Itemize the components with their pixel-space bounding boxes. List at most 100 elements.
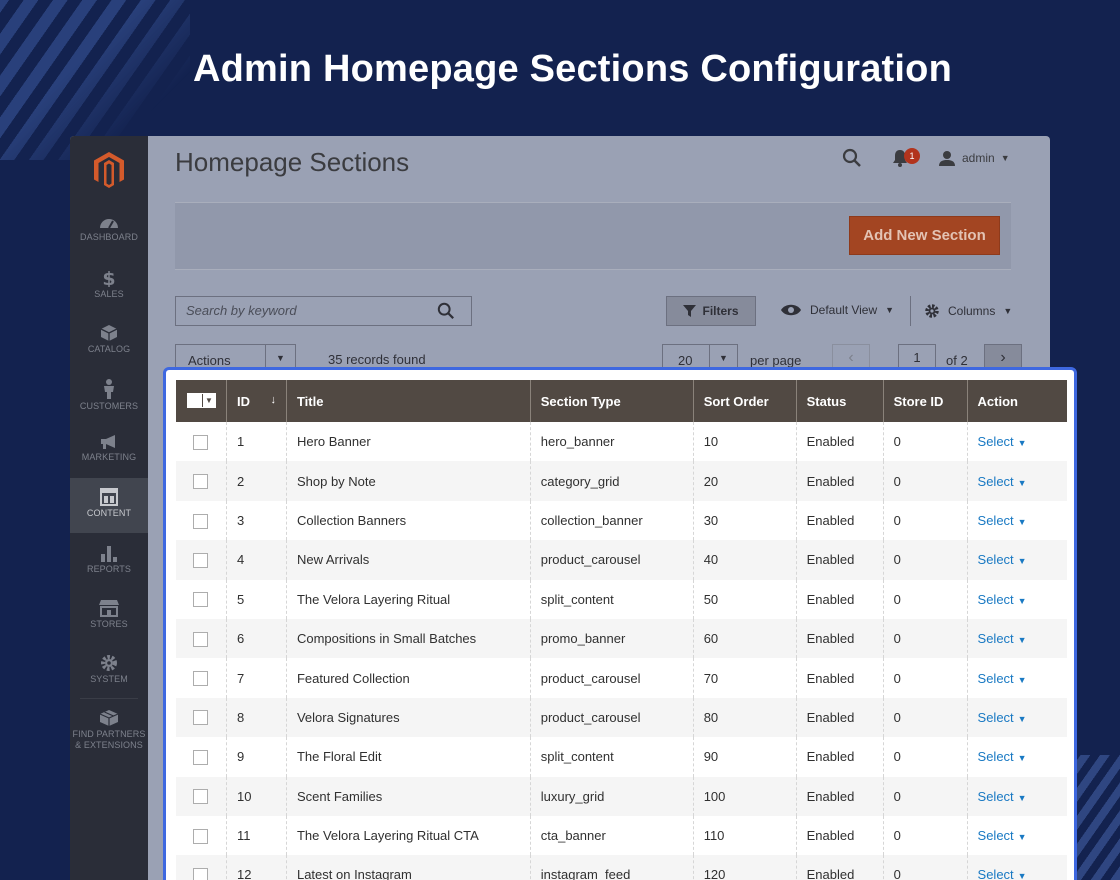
cell-title: Velora Signatures [285,697,531,738]
column-header-sort-order[interactable]: Sort Order [692,380,797,422]
table-row[interactable]: 3 Collection Banners collection_banner 30 En… [176,500,1067,541]
cell-store-id: 0 [882,776,968,816]
row-checkbox[interactable] [193,592,208,608]
sidebar-item-find-partners-extensions[interactable]: FIND PARTNERS & EXTENSIONS [70,699,148,769]
row-checkbox[interactable] [193,552,208,568]
table-row[interactable]: 9 The Floral Edit split_content 90 Enabled 0 S… [176,737,1067,777]
chevron-down-icon: ▼ [1017,556,1027,567]
table-row[interactable]: 10 Scent Families luxury_grid 100 Enabled 0 Se… [176,776,1067,816]
chevron-down-icon: ▼ [1000,153,1010,163]
table-row[interactable]: 1 Hero Banner hero_banner 10 Enabled 0 Select ▼ [176,422,1067,462]
user-menu[interactable]: admin ▼ [938,150,1010,166]
column-header-id[interactable]: ID ↓ [226,380,287,422]
box-icon [70,709,148,727]
row-select-cell [176,540,227,580]
cell-id: 12 [226,855,287,880]
row-checkbox[interactable] [193,513,208,529]
view-switcher[interactable]: Default View ▼ [780,303,894,317]
add-new-section-button[interactable]: Add New Section [849,216,1000,255]
row-checkbox[interactable] [193,474,208,490]
sidebar-item-dashboard[interactable]: DASHBOARD [70,204,148,259]
row-action-select[interactable]: Select ▼ [978,434,1027,449]
column-header-status[interactable]: Status [795,380,884,422]
row-select-cell [176,737,227,776]
row-action-select[interactable]: Select ▼ [978,710,1027,725]
row-action-select[interactable]: Select ▼ [978,828,1027,843]
sidebar-item-reports[interactable]: REPORTS [70,534,148,589]
cell-sort-order: 30 [692,500,797,541]
search-icon[interactable] [437,302,455,320]
column-header-title[interactable]: Title [285,380,531,422]
per-page-label: per page [750,353,802,368]
cell-id: 6 [226,618,287,659]
row-checkbox[interactable] [193,749,208,765]
row-action-select[interactable]: Select ▼ [978,631,1027,646]
table-row[interactable]: 2 Shop by Note category_grid 20 Enabled 0 Sele… [176,461,1067,501]
cell-id: 2 [226,461,287,501]
row-checkbox[interactable] [193,828,208,844]
row-action-select[interactable]: Select ▼ [978,592,1027,607]
sidebar-item-label: SALES [94,289,124,299]
row-checkbox[interactable] [193,868,208,880]
grid-header-row: ▼ ID ↓ Title Section Type Sort Order Sta… [176,380,1067,422]
filters-button[interactable]: Filters [666,296,756,326]
row-checkbox[interactable] [193,671,208,687]
column-header-action: Action [966,380,1067,422]
table-row[interactable]: 8 Velora Signatures product_carousel 80 Enab… [176,697,1067,738]
mass-select-checkbox[interactable]: ▼ [187,392,216,408]
row-action-select[interactable]: Select ▼ [978,513,1027,528]
table-row[interactable]: 12 Latest on Instagram instagram_feed 120 En… [176,855,1067,880]
row-action-select[interactable]: Select ▼ [978,671,1027,686]
sidebar-item-catalog[interactable]: CATALOG [70,314,148,369]
cube-icon [70,324,148,342]
row-action-select[interactable]: Select ▼ [978,749,1027,764]
row-select-cell [176,776,227,816]
actions-label: Actions [188,353,231,368]
row-action-select[interactable]: Select ▼ [978,867,1027,880]
select-label: Select [977,631,1014,647]
bar-chart-icon [70,544,148,562]
row-action-select[interactable]: Select ▼ [978,474,1027,489]
table-row[interactable]: 4 New Arrivals product_carousel 40 Enabled 0 S… [176,540,1067,580]
cell-action: Select ▼ [966,540,1067,580]
sidebar-item-content[interactable]: CONTENT [70,478,148,533]
mass-select-header[interactable]: ▼ [176,380,227,422]
row-checkbox[interactable] [193,434,208,450]
table-row[interactable]: 6 Compositions in Small Batches promo_bann… [176,618,1067,659]
columns-control[interactable]: Columns ▼ [924,303,1012,319]
select-label: Select [977,591,1014,607]
table-row[interactable]: 11 The Velora Layering Ritual CTA cta_bann… [176,815,1067,856]
row-action-select[interactable]: Select ▼ [978,552,1027,567]
search-input[interactable] [186,303,426,318]
cell-status: Enabled [795,422,884,462]
table-row[interactable]: 7 Featured Collection product_carousel 70 En… [176,658,1067,698]
row-checkbox[interactable] [193,789,208,805]
svg-text:$: $ [102,269,115,287]
row-checkbox[interactable] [193,631,208,647]
column-header-store-id[interactable]: Store ID [882,380,968,422]
cell-action: Select ▼ [966,776,1067,816]
sidebar-item-sales[interactable]: $ SALES [70,259,148,314]
store-icon [70,599,148,617]
search-icon[interactable] [842,148,862,168]
column-header-section-type[interactable]: Section Type [529,380,694,422]
sections-grid: ▼ ID ↓ Title Section Type Sort Order Sta… [176,380,1067,880]
sidebar-item-stores[interactable]: STORES [70,589,148,644]
cell-action: Select ▼ [966,697,1067,738]
magento-logo[interactable] [92,150,126,190]
chevron-down-icon: ▼ [1017,832,1027,843]
cell-status: Enabled [795,540,884,580]
page-actions-bar: Add New Section [175,202,1011,270]
sidebar-item-customers[interactable]: CUSTOMERS [70,369,148,424]
row-action-select[interactable]: Select ▼ [978,789,1027,804]
chevron-down-icon: ▼ [1017,635,1027,646]
cell-store-id: 0 [882,540,968,580]
cell-id: 9 [226,737,287,777]
sidebar-item-marketing[interactable]: MARKETING [70,424,148,479]
row-checkbox[interactable] [193,710,208,726]
row-select-cell [176,461,227,501]
table-row[interactable]: 5 The Velora Layering Ritual split_content… [176,579,1067,619]
sidebar-item-system[interactable]: SYSTEM [70,644,148,699]
select-label: Select [977,867,1014,880]
cell-status: Enabled [795,618,884,659]
